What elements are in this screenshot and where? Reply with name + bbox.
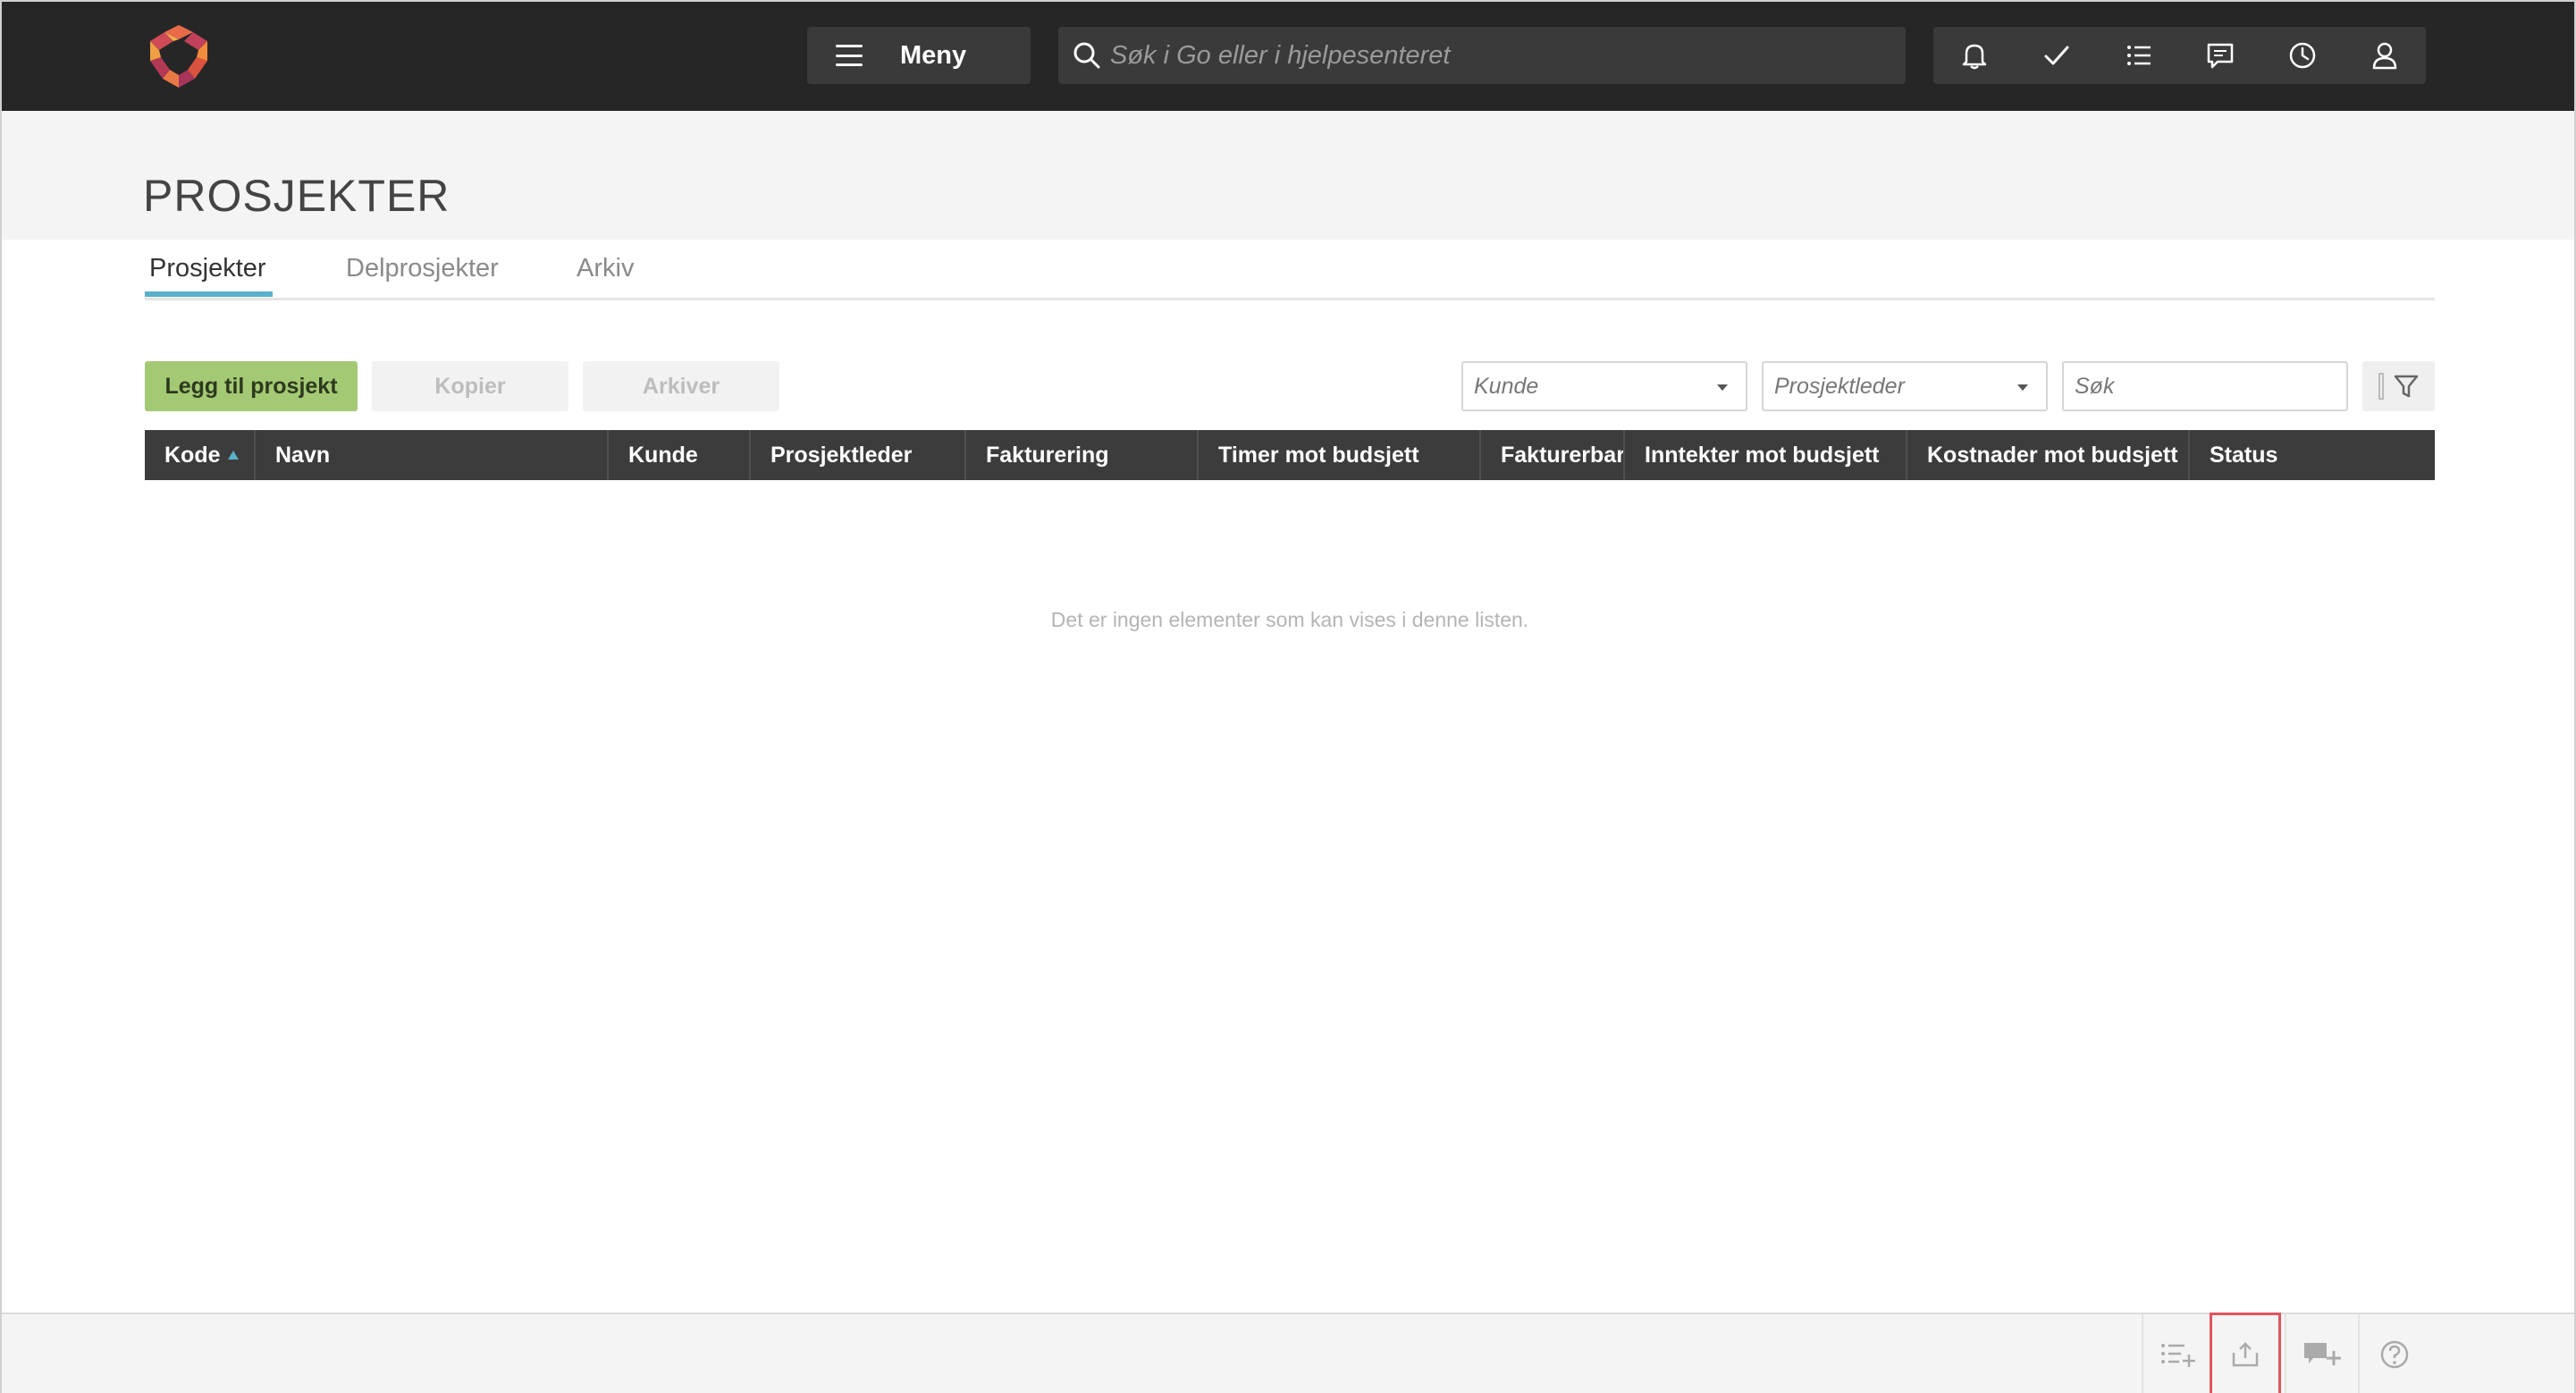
column-prosjektleder[interactable]: Prosjektleder: [751, 430, 966, 480]
column-status[interactable]: Status: [2190, 430, 2435, 480]
bell-icon: [1962, 44, 1987, 70]
list-icon: [2126, 46, 2151, 65]
list-search-input[interactable]: [2062, 361, 2348, 411]
table-header: Kode Navn Kunde Prosjektleder Fakturerin…: [145, 430, 2435, 480]
profile-button[interactable]: [2344, 27, 2426, 84]
column-label: Timer mot budsjett: [1218, 442, 1419, 468]
archive-button[interactable]: Arkiver: [583, 361, 779, 411]
column-label: Kunde: [628, 442, 698, 468]
tab-prosjekter[interactable]: Prosjekter: [147, 254, 269, 283]
add-list-button[interactable]: [2142, 1314, 2213, 1393]
global-search[interactable]: [1058, 27, 1906, 84]
top-bar: Meny: [2, 2, 2574, 111]
menu-button[interactable]: Meny: [807, 27, 1031, 84]
column-inntekter-mot-budsjett[interactable]: Inntekter mot budsjett: [1625, 430, 1907, 480]
filter-icon: [2394, 375, 2418, 398]
tab-arkiv[interactable]: Arkiv: [574, 254, 636, 283]
tasks-button[interactable]: [2016, 27, 2098, 84]
help-button[interactable]: [2358, 1314, 2429, 1393]
project-manager-select[interactable]: Prosjektleder: [1762, 361, 2048, 411]
empty-list-message: Det er ingen elementer som kan vises i d…: [1050, 608, 1529, 631]
clock-icon: [2289, 42, 2316, 69]
tab-delprosjekter[interactable]: Delprosjekter: [343, 254, 501, 283]
column-label: Navn: [275, 442, 331, 468]
column-timer-mot-budsjett[interactable]: Timer mot budsjett: [1199, 430, 1481, 480]
column-label: Kode: [164, 442, 221, 468]
filter-button[interactable]: [2362, 361, 2435, 411]
footer-bar: [2, 1313, 2574, 1393]
column-fakturerbar[interactable]: Fakturerbar: [1481, 430, 1625, 480]
export-button[interactable]: [2210, 1313, 2281, 1393]
customer-select-placeholder: Kunde: [1474, 373, 1539, 399]
column-label: Status: [2210, 442, 2278, 468]
caret-down-icon: [2017, 384, 2028, 391]
user-icon: [2372, 42, 2397, 70]
caret-down-icon: [1717, 384, 1728, 391]
notifications-button[interactable]: [1933, 27, 2016, 84]
hamburger-icon: [836, 45, 863, 66]
customer-select[interactable]: Kunde: [1461, 361, 1747, 411]
add-list-icon: [2161, 1344, 2195, 1367]
add-project-button[interactable]: Legg til prosjekt: [145, 361, 358, 411]
column-label: Kostnader mot budsjett: [1927, 442, 2178, 468]
column-kode[interactable]: Kode: [145, 430, 256, 480]
search-icon: [1073, 42, 1100, 69]
project-manager-select-placeholder: Prosjektleder: [1774, 373, 1905, 399]
check-icon: [2044, 46, 2069, 65]
column-label: Fakturerbar: [1501, 442, 1625, 468]
column-fakturering[interactable]: Fakturering: [966, 430, 1199, 480]
column-label: Inntekter mot budsjett: [1645, 442, 1880, 468]
add-comment-button[interactable]: [2285, 1314, 2356, 1393]
sort-ascending-icon: [227, 451, 239, 460]
global-search-input[interactable]: [1110, 40, 1879, 71]
column-label: Fakturering: [986, 442, 1109, 468]
column-kunde[interactable]: Kunde: [609, 430, 751, 480]
column-label: Prosjektleder: [770, 442, 913, 468]
copy-button[interactable]: Kopier: [372, 361, 568, 411]
top-icon-group: [1933, 27, 2426, 84]
help-icon: [2380, 1340, 2409, 1369]
chat-icon: [2208, 43, 2234, 69]
messages-button[interactable]: [2179, 27, 2261, 84]
time-button[interactable]: [2261, 27, 2344, 84]
add-comment-icon: [2304, 1343, 2341, 1365]
column-navn[interactable]: Navn: [256, 430, 609, 480]
page-title: PROSJEKTER: [143, 171, 450, 221]
active-tab-indicator: [145, 291, 273, 297]
tab-bar: Prosjekter Delprosjekter Arkiv: [145, 240, 2435, 300]
column-kostnader-mot-budsjett[interactable]: Kostnader mot budsjett: [1907, 430, 2190, 480]
filter-toggle-bar: [2378, 373, 2384, 400]
page-header: PROSJEKTER: [2, 111, 2574, 240]
export-icon: [2232, 1342, 2259, 1367]
menu-label: Meny: [900, 40, 967, 70]
logo-icon[interactable]: [145, 23, 213, 91]
list-button[interactable]: [2098, 27, 2180, 84]
